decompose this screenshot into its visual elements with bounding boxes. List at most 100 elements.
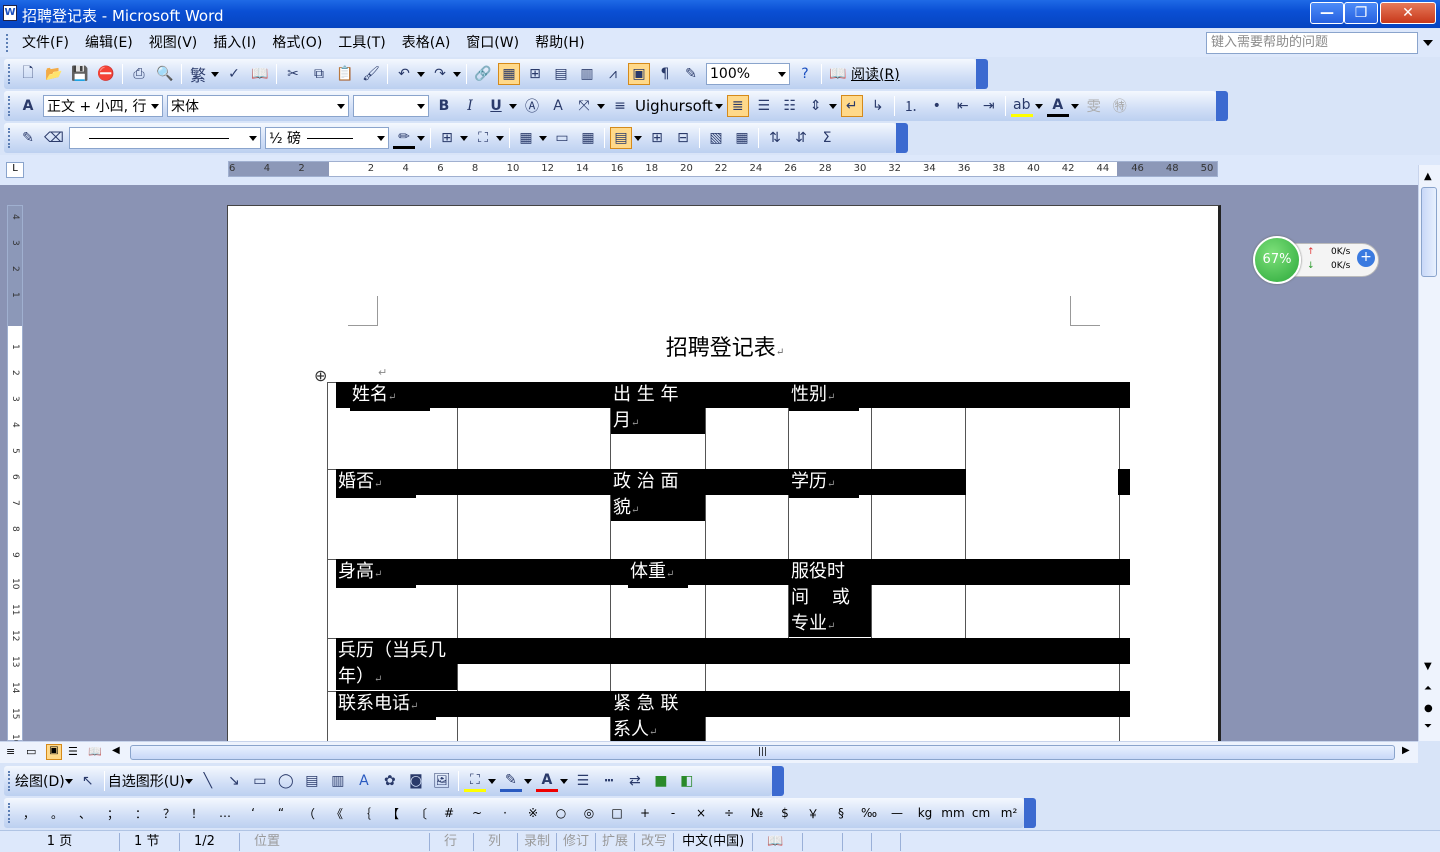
borders-icon[interactable]: ⊞ (436, 127, 458, 149)
symbol-button[interactable]: ~ (463, 806, 491, 820)
menu-table[interactable]: 表格(A) (394, 29, 459, 57)
redo-icon[interactable]: ↷ (429, 63, 451, 85)
symbol-button[interactable]: ‰ (855, 806, 883, 820)
label-military[interactable]: 兵历（当兵几 年）↵ (336, 638, 457, 690)
label-name[interactable]: 姓名↵ (350, 382, 430, 411)
ink-icon[interactable]: ✎ (680, 63, 702, 85)
eraser-icon[interactable]: ⌫ (43, 127, 65, 149)
font-select[interactable]: 宋体 (167, 95, 349, 117)
help-search-input[interactable]: 键入需要帮助的问题 (1206, 32, 1433, 54)
status-extend[interactable]: 扩展 (596, 832, 636, 851)
network-speed-widget[interactable]: 67% ↑ ↓ 0K/s 0K/s + (1253, 236, 1381, 284)
line-weight-select[interactable]: ½ 磅 (265, 127, 389, 149)
label-education[interactable]: 学历↵ (789, 469, 859, 498)
zoom-select[interactable]: 100% (706, 63, 790, 85)
scroll-right-icon[interactable]: ▶ (1402, 745, 1410, 756)
toolbar-grip[interactable] (8, 771, 11, 791)
fill-color-icon[interactable]: ⛶ (463, 770, 486, 792)
horizontal-ruler[interactable]: 6 4 2 2 4 6 8 10 12 14 16 18 20 22 24 26 28 30 32 34 36 38 40 4… (228, 161, 1218, 177)
horizontal-scroll-thumb[interactable]: ||| (130, 745, 1395, 760)
label-married[interactable]: 婚否↵ (336, 469, 416, 498)
document-page[interactable]: 招聘登记表↵ ↵ ⊕ 姓名↵ 出 生 年 月↵ 性别↵ 婚否↵ 政 治 面 貌↵… (227, 205, 1221, 745)
draw-menu-button[interactable]: 绘图(D) (15, 771, 65, 791)
line-style-select[interactable] (69, 127, 261, 149)
numbering-icon[interactable]: ⒈ (900, 95, 922, 117)
symbol-button[interactable]: ｛ (351, 805, 379, 822)
toolbar-options[interactable] (896, 123, 908, 153)
status-overtype[interactable]: 改写 (635, 832, 675, 851)
insert-excel-icon[interactable]: ▤ (550, 63, 572, 85)
permission-icon[interactable]: ⛔ (95, 63, 117, 85)
show-hide-icon[interactable]: ¶ (654, 63, 676, 85)
rtl-icon[interactable]: ↵ (840, 95, 863, 117)
symbol-button[interactable]: 《 (323, 805, 351, 822)
print-preview-icon[interactable]: 🔍 (154, 63, 176, 85)
toolbar-options[interactable] (976, 59, 988, 89)
read-icon[interactable]: 📖 (827, 63, 849, 85)
status-record[interactable]: 录制 (518, 832, 558, 851)
shadow-icon[interactable]: ■ (650, 770, 672, 792)
table-move-handle-icon[interactable]: ⊕ (314, 366, 327, 385)
rectangle-icon[interactable]: ▭ (249, 770, 271, 792)
picture-icon[interactable]: 🖼 (431, 770, 453, 792)
minimize-button[interactable]: — (1310, 2, 1344, 24)
scroll-up-icon[interactable]: ▲ (1424, 171, 1432, 182)
style-select[interactable]: 正文 + 小四, 行 (43, 95, 163, 117)
menu-edit[interactable]: 编辑(E) (77, 29, 141, 57)
tables-borders-icon[interactable]: ▦ (498, 63, 520, 85)
photo-cell[interactable] (965, 382, 1120, 560)
label-birth[interactable]: 出 生 年 月↵ (611, 382, 705, 434)
symbol-button[interactable]: ￥ (799, 805, 827, 822)
symbol-button[interactable]: … (211, 806, 239, 820)
symbol-button[interactable]: ， (15, 805, 43, 822)
symbol-button[interactable]: 〔 (407, 805, 435, 822)
spelling-icon[interactable]: ✓ (223, 63, 245, 85)
char-scale-icon[interactable]: ⤧ (573, 95, 595, 117)
symbol-button[interactable]: □ (603, 806, 631, 820)
copy-icon[interactable]: ⧉ (308, 63, 330, 85)
close-button[interactable]: ✕ (1380, 2, 1436, 24)
symbol-button[interactable]: 【 (379, 805, 407, 822)
menu-insert[interactable]: 插入(I) (205, 29, 264, 57)
spelling-status-icon[interactable]: 📖 (753, 832, 804, 851)
symbol-button[interactable]: × (687, 806, 715, 820)
symbol-button[interactable]: ； (99, 805, 127, 822)
ltr-icon[interactable]: ↳ (867, 95, 889, 117)
diagram-icon[interactable]: ✿ (379, 770, 401, 792)
symbol-button[interactable]: - (659, 806, 687, 820)
label-emergency[interactable]: 紧 急 联 系人↵ (611, 691, 705, 743)
bullets-icon[interactable]: • (926, 95, 948, 117)
arrow-icon[interactable]: ↘ (223, 770, 245, 792)
distribute-rows-icon[interactable]: ⊞ (646, 127, 668, 149)
autoshapes-button[interactable]: 自选图形(U) (108, 771, 185, 791)
show-gridlines-icon[interactable]: ▦ (731, 127, 753, 149)
symbol-button[interactable]: · (491, 806, 519, 820)
label-political[interactable]: 政 治 面 貌↵ (611, 469, 705, 521)
symbol-button[interactable]: “ (267, 806, 295, 820)
border-color-icon[interactable]: ✏ (393, 127, 415, 149)
textbox-icon[interactable]: ▤ (301, 770, 323, 792)
vertical-textbox-icon[interactable]: ▥ (327, 770, 349, 792)
line-color-icon[interactable]: ✎ (499, 770, 522, 792)
symbol-button[interactable]: m² (995, 806, 1023, 820)
increase-indent-icon[interactable]: ⇥ (978, 95, 1000, 117)
symbol-button[interactable]: ○ (547, 806, 575, 820)
styles-icon[interactable]: A (17, 95, 39, 117)
vertical-ruler[interactable]: 4 3 2 1 1 2 3 4 5 6 7 8 9 10 11 12 13 14 15 16 (7, 205, 23, 745)
select-browse-object-icon[interactable]: ● (1424, 703, 1433, 714)
help-icon[interactable]: ? (794, 63, 816, 85)
sort-ascending-icon[interactable]: ⇅ (764, 127, 786, 149)
symbol-button[interactable]: № (743, 806, 771, 820)
autoformat-icon[interactable]: ▧ (705, 127, 727, 149)
symbol-button[interactable]: （ (295, 805, 323, 822)
symbol-button[interactable]: ‘ (239, 806, 267, 820)
open-folder-icon[interactable]: 📂 (43, 63, 65, 85)
symbol-button[interactable]: — (883, 806, 911, 820)
sort-descending-icon[interactable]: ⇵ (790, 127, 812, 149)
reading-view-icon[interactable]: 📖 (88, 745, 102, 758)
enclose-char-icon[interactable]: ㊕ (1109, 95, 1131, 117)
menu-grip[interactable] (6, 34, 9, 52)
symbol-button[interactable]: kg (911, 806, 939, 820)
menu-tools[interactable]: 工具(T) (330, 29, 393, 57)
normal-view-icon[interactable]: ≡ (6, 745, 15, 758)
